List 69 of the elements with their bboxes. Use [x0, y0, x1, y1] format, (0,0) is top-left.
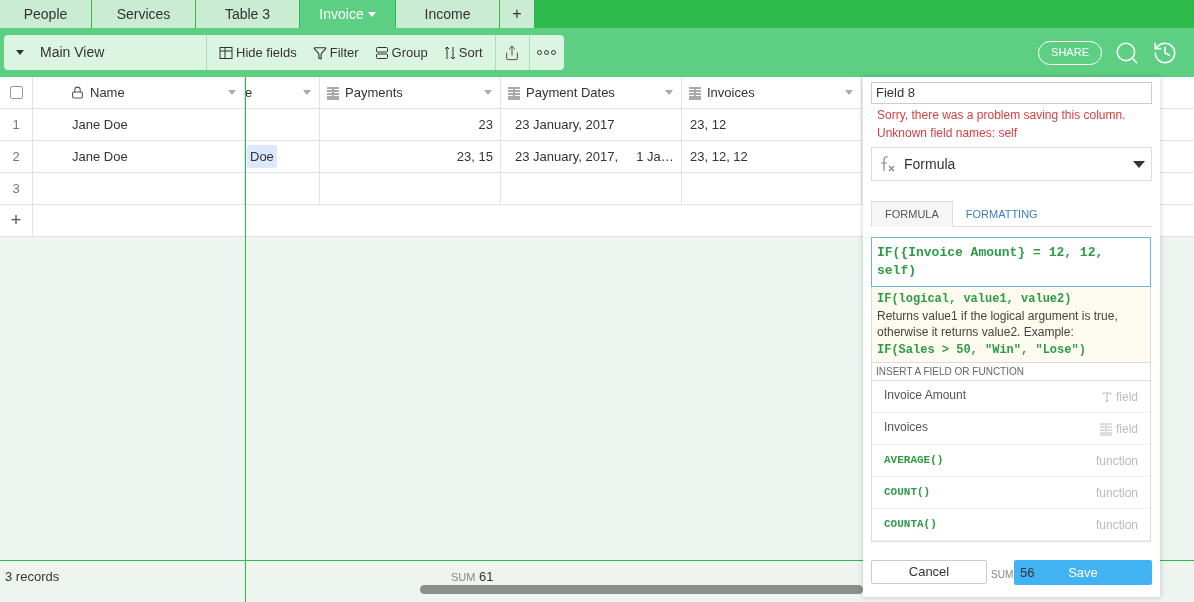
linked-record-icon — [326, 85, 340, 100]
error-message: Sorry, there was a problem saving this column. — [877, 107, 1127, 124]
row-number: 2 — [12, 147, 20, 166]
toolbar-button[interactable]: Filter — [312, 42, 359, 63]
caret-icon — [16, 50, 24, 55]
table-cell: 23 — [320, 109, 501, 141]
add-row-button[interactable]: + — [0, 205, 33, 237]
toolbar-button[interactable]: Group — [374, 42, 428, 63]
table-tab[interactable]: Services — [92, 0, 196, 28]
select-all-checkbox[interactable] — [9, 86, 23, 99]
insert-list-item[interactable]: Invoice Amount field — [872, 381, 1150, 413]
history-icon[interactable] — [1152, 39, 1178, 66]
lock-icon — [71, 86, 84, 99]
section-heading: INSERT A FIELD OR FUNCTION — [872, 363, 1150, 381]
function-example: IF(Sales > 50, "Win", "Lose") — [877, 342, 1087, 359]
caret-icon — [367, 11, 376, 17]
insert-list-item[interactable]: COUNTA() function — [872, 509, 1150, 541]
sort-icon — [443, 45, 456, 60]
field-name-input[interactable]: Field 8 — [871, 82, 1152, 104]
field-type-select[interactable]: Formula — [871, 147, 1152, 181]
row-number: 3 — [12, 179, 20, 198]
share-icon[interactable] — [504, 44, 521, 61]
text-field-icon — [1101, 390, 1113, 403]
function-signature: IF(logical, value1, value2) — [877, 291, 1073, 308]
column-header[interactable]: Invoices — [682, 77, 862, 109]
table-cell: 23, 12, 12 — [682, 141, 862, 173]
cancel-button[interactable]: Cancel — [871, 560, 987, 584]
formula-editor[interactable]: IF({Invoice Amount} = 12, 12, self) — [871, 237, 1151, 287]
row-number: 1 — [12, 115, 20, 134]
date-value: 1 Ja… — [636, 147, 674, 166]
date-value: 23 January, 2017, — [515, 147, 619, 166]
linked-record-icon — [688, 85, 702, 100]
panel-tab[interactable]: FORMATTING — [952, 201, 1051, 227]
caret-icon — [228, 90, 236, 95]
caret-icon — [1133, 160, 1145, 168]
filter-icon — [312, 45, 327, 60]
insert-list-item[interactable]: Invoices field — [872, 413, 1150, 445]
column-header[interactable]: Name — [33, 77, 245, 109]
column-header[interactable]: Payments — [320, 77, 501, 109]
table-cell: 23, 12 — [682, 109, 862, 141]
sum-label: SUM — [991, 569, 1014, 581]
linked-record-icon — [1099, 421, 1113, 436]
add-tab-button[interactable]: + — [500, 0, 534, 28]
toolbar-button[interactable]: Sort — [443, 42, 483, 63]
insert-list-item[interactable]: AVERAGE() function — [872, 445, 1150, 477]
table-tab[interactable]: Table 3 — [196, 0, 300, 28]
table-tab[interactable]: Income — [396, 0, 500, 28]
toolbar-button[interactable]: Hide fields — [219, 42, 297, 63]
function-description: Returns value1 if the logical argument is true, otherwise it returns value2. Example: — [877, 308, 1119, 340]
sum-label: SUM — [451, 570, 476, 585]
error-message: Unknown field names: self — [877, 125, 1019, 142]
caret-icon — [665, 90, 673, 95]
table-cell: 23, 15 — [320, 141, 501, 173]
record-chip: Doe — [247, 144, 277, 169]
grid-icon — [219, 45, 233, 60]
linked-record-icon — [507, 85, 521, 100]
view-switcher[interactable]: Main View — [4, 35, 207, 70]
group-icon — [374, 45, 389, 60]
caret-icon — [845, 90, 853, 95]
insert-list-item[interactable]: COUNT() function — [872, 477, 1150, 509]
panel-tab[interactable]: FORMULA — [871, 201, 953, 227]
table-tab[interactable]: People — [0, 0, 92, 28]
caret-icon — [484, 90, 492, 95]
sum-value: 61 — [479, 568, 494, 586]
column-header[interactable]: Payment Dates — [501, 77, 682, 109]
record-count: 3 records — [5, 568, 60, 586]
sum-value: 56 — [1020, 564, 1035, 582]
caret-icon — [303, 90, 311, 95]
date-value: 23 January, 2017 — [515, 115, 615, 134]
